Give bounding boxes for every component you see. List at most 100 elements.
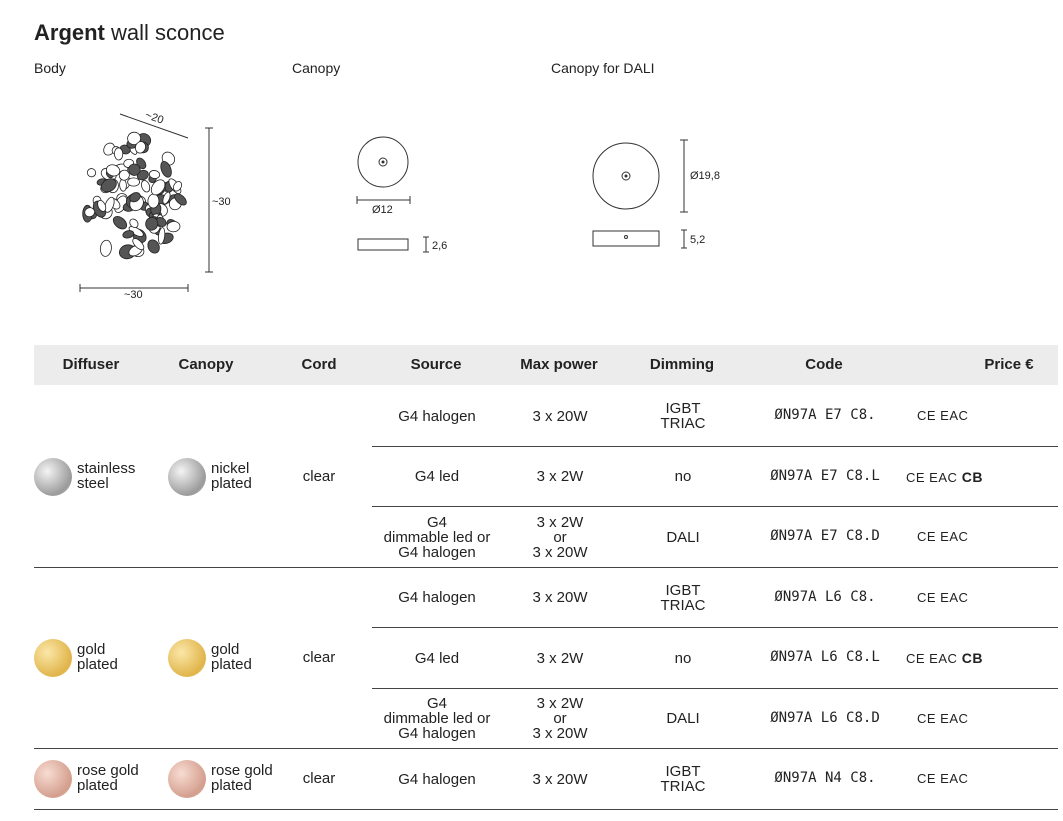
- cert-marks: CE EAC: [917, 711, 968, 726]
- power-cell: 3 x 20W: [510, 772, 610, 787]
- group-divider: [34, 748, 1058, 749]
- canopy-text: plated: [211, 474, 252, 492]
- canopy-label: nickel plated: [211, 461, 252, 491]
- code-cell: ØN97A N4 C8.: [774, 770, 876, 787]
- power-text: 3 x 20W: [532, 589, 588, 607]
- power-text: or: [553, 710, 567, 728]
- source-text: G4 halogen: [398, 407, 476, 425]
- ce-eac-mark: CE EAC: [906, 469, 958, 485]
- diffuser-swatch: [34, 760, 72, 799]
- table-header: Diffuser Canopy Cord Source Max power Di…: [34, 345, 1058, 385]
- canopy-text: plated: [211, 777, 252, 795]
- canopy-text: plated: [211, 656, 252, 674]
- diffuser-label: rose gold plated: [77, 763, 139, 793]
- diffuser-text: gold: [77, 641, 106, 659]
- power-text: 3 x 2W: [536, 468, 584, 486]
- source-cell: G4 led: [372, 469, 502, 484]
- power-cell: 3 x 2W: [510, 651, 610, 666]
- group-divider: [34, 808, 1058, 810]
- source-text: G4 halogen: [398, 725, 476, 743]
- power-text: 3 x 20W: [532, 770, 588, 788]
- dim-dali-height: 5,2: [690, 234, 706, 246]
- power-cell: 3 x 2W: [510, 469, 610, 484]
- source-text: G4 halogen: [398, 770, 476, 788]
- cord-cell: clear: [302, 467, 336, 485]
- cert-marks: CE EAC: [917, 771, 968, 786]
- ce-eac-mark: CE EAC: [917, 589, 969, 605]
- technical-drawings: [79, 113, 688, 292]
- source-text: G4 led: [414, 649, 460, 667]
- diffuser-text: plated: [77, 656, 118, 674]
- header-cord: Cord: [301, 356, 337, 373]
- dimming-cell: no: [633, 469, 733, 484]
- source-cell: G4 halogen: [372, 590, 502, 605]
- dim-body-height: ~30: [212, 196, 231, 208]
- power-text: or: [553, 528, 567, 546]
- code-cell: ØN97A L6 C8.: [774, 588, 876, 605]
- cb-mark: CB: [957, 650, 984, 667]
- power-cell: 3 x 20W: [510, 409, 610, 424]
- canopy-text: nickel: [211, 459, 250, 477]
- source-cell: G4 dimmable led or G4 halogen: [372, 515, 502, 560]
- source-text: G4 led: [414, 468, 460, 486]
- cert-marks: CE EAC: [917, 529, 968, 544]
- dimming-cell: IGBT TRIAC: [633, 583, 733, 613]
- dimming-text: DALI: [666, 710, 700, 728]
- dimming-text: no: [674, 649, 692, 667]
- ce-eac-mark: CE EAC: [917, 710, 969, 726]
- power-text: 3 x 20W: [532, 725, 588, 743]
- diffuser-text: steel: [77, 474, 109, 492]
- ce-eac-mark: CE EAC: [917, 529, 969, 545]
- power-cell: 3 x 2W or 3 x 20W: [510, 696, 610, 741]
- dim-canopy-height: 2,6: [432, 240, 448, 252]
- source-cell: G4 dimmable led or G4 halogen: [372, 696, 502, 741]
- canopy-text: rose gold: [211, 762, 273, 780]
- dimming-text: TRIAC: [660, 415, 706, 433]
- body-drawing: [82, 131, 187, 260]
- code-cell: ØN97A E7 C8.D: [770, 528, 880, 545]
- petal: [113, 147, 124, 161]
- dimming-text: TRIAC: [660, 596, 706, 614]
- header-canopy: Canopy: [178, 356, 234, 373]
- petal: [99, 239, 112, 257]
- petal: [112, 215, 128, 230]
- group-divider: [34, 566, 1058, 568]
- row-divider: [372, 687, 1058, 689]
- canopy-text: gold: [211, 641, 240, 659]
- source-text: G4 halogen: [398, 589, 476, 607]
- power-cell: 3 x 20W: [510, 590, 610, 605]
- canopy-swatch: [168, 639, 206, 678]
- diffuser-text: plated: [77, 777, 118, 795]
- petal: [86, 168, 97, 178]
- cb-mark: CB: [957, 468, 984, 485]
- power-cell: 3 x 2W or 3 x 20W: [510, 515, 610, 560]
- power-text: 3 x 20W: [532, 407, 588, 425]
- cord-cell: clear: [302, 770, 336, 788]
- power-text: 3 x 2W: [536, 695, 584, 713]
- header-diffuser: Diffuser: [62, 356, 120, 373]
- canopy-label: rose gold plated: [211, 763, 273, 793]
- row-divider: [372, 445, 1058, 447]
- diffuser-label: gold plated: [77, 642, 118, 672]
- dim-body-width: ~30: [124, 289, 143, 301]
- source-text: G4 halogen: [398, 543, 476, 561]
- diffuser-text: rose gold: [77, 762, 139, 780]
- code-cell: ØN97A L6 C8.L: [770, 649, 880, 666]
- diffuser-swatch: [34, 457, 72, 496]
- cert-marks: CE EAC: [917, 590, 968, 605]
- dim-dali-diameter: Ø19,8: [690, 170, 720, 182]
- canopy-label: gold plated: [211, 642, 252, 672]
- dimming-cell: DALI: [633, 711, 733, 726]
- code-cell: ØN97A E7 C8.L: [770, 467, 880, 484]
- source-text: dimmable led or: [383, 710, 491, 728]
- power-text: 3 x 2W: [536, 513, 584, 531]
- row-divider: [372, 627, 1058, 628]
- source-cell: G4 led: [372, 651, 502, 666]
- source-cell: G4 halogen: [372, 772, 502, 787]
- ce-eac-mark: CE EAC: [917, 771, 969, 787]
- code-cell: ØN97A E7 C8.: [774, 407, 876, 424]
- power-text: 3 x 20W: [532, 543, 588, 561]
- power-text: 3 x 2W: [536, 649, 584, 667]
- cert-marks: CE EAC: [917, 408, 968, 423]
- header-price: Price €: [984, 356, 1034, 373]
